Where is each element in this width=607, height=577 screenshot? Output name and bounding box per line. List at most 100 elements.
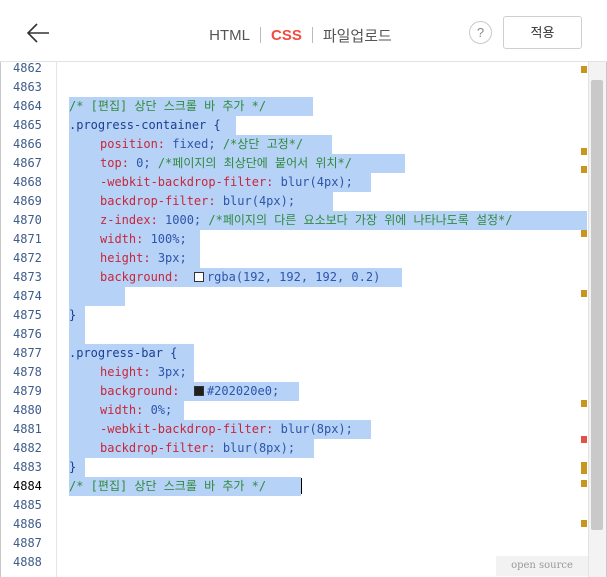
line-number: 4870 [13,213,42,227]
badge-label: open source [511,560,573,571]
line-number: 4886 [13,517,42,531]
code-property: background [100,270,173,284]
line-number: 4864 [13,99,42,113]
line-number: 4880 [13,403,42,417]
line-number: 4867 [13,156,42,170]
code-line: 4870 z-index: 1000; /*페이지의 다른 요소보다 가장 위에… [1,211,588,230]
line-number: 4871 [13,232,42,246]
code-line: 4887 [1,534,588,553]
line-number: 4888 [13,555,42,569]
line-number: 4883 [13,460,42,474]
overview-marker [581,436,587,443]
line-number: 4877 [13,346,42,360]
code-line: 4879 background: #202020e0; [1,382,588,401]
line-number: 4873 [13,270,42,284]
code-line: 4876 [1,325,588,344]
code-property: height [100,251,144,265]
code-line-current: 4884 /* [편집] 상단 스크롤 바 추가 */ [1,477,588,496]
code-value: rgba(192, 192, 192, 0.2) [206,270,381,284]
apply-button[interactable]: 적용 [503,16,582,49]
code-line: 4886 [1,515,588,534]
line-number: 4874 [13,289,42,303]
color-swatch-icon[interactable] [193,272,204,282]
code-property: backdrop-filter [100,441,209,455]
line-number: 4872 [13,251,42,265]
code-brace: } [69,460,77,474]
overview-marker [581,166,587,173]
line-number: 4868 [13,175,42,189]
color-swatch-icon[interactable] [193,386,204,396]
code-value: blur(8px); [273,422,353,436]
tab-html[interactable]: HTML [199,27,260,44]
tab-css[interactable]: CSS [261,27,312,44]
code-property: -webkit-backdrop-filter [100,422,267,436]
code-value: 0; [128,156,151,170]
css-code-editor[interactable]: 4862 4863 4864 /* [편집] 상단 스크롤 바 추가 */ 48… [1,62,588,577]
line-number: 4884 [13,479,42,493]
code-value: fixed; [165,137,216,151]
code-property: top [100,156,122,170]
line-number: 4885 [13,498,42,512]
code-value: blur(4px); [215,194,296,208]
code-line: 4881 -webkit-backdrop-filter: blur(8px); [1,420,588,439]
code-value: 100%; [143,232,187,246]
overview-marker [581,66,587,73]
code-line: 4882 backdrop-filter: blur(8px); [1,439,588,458]
line-number: 4869 [13,194,42,208]
code-value: blur(4px); [273,175,353,189]
line-number: 4876 [13,327,42,341]
editor-header: HTML CSS 파일업로드 ? 적용 [0,0,607,62]
code-property: width [100,232,137,246]
overview-marker [581,520,587,527]
line-number: 4881 [13,422,42,436]
tab-file-upload[interactable]: 파일업로드 [313,25,402,46]
overview-marker [581,480,587,487]
code-comment: /* [편집] 상단 스크롤 바 추가 */ [69,479,267,493]
overview-marker [581,462,587,474]
line-number: 4882 [13,441,42,455]
text-cursor [301,478,302,494]
overview-marker [581,400,587,407]
code-property: position [100,137,158,151]
line-number: 4863 [13,80,42,94]
code-value: 0%; [143,403,173,417]
code-line: 4874 [1,287,588,306]
code-value: 3px; [150,251,187,265]
code-line: 4867 top: 0; /*페이지의 최상단에 붙어서 위치*/ [1,154,588,173]
open-source-badge[interactable]: open source [496,556,588,576]
overview-marker [581,230,587,237]
code-line: 4875 } [1,306,588,325]
code-selector: .progress-container { [69,118,221,132]
code-value: 3px; [150,365,187,379]
code-line: 4877 .progress-bar { [1,344,588,363]
code-line: 4864 /* [편집] 상단 스크롤 바 추가 */ [1,97,588,116]
code-comment: /* [편집] 상단 스크롤 바 추가 */ [69,99,267,113]
help-button[interactable]: ? [469,21,492,44]
code-line: 4865 .progress-container { [1,116,588,135]
code-brace: } [69,308,77,322]
code-property: -webkit-backdrop-filter [100,175,267,189]
code-line: 4863 [1,78,588,97]
code-line: 4872 height: 3px; [1,249,588,268]
overview-marker [581,148,587,155]
line-number: 4862 [13,62,42,75]
code-comment: /*페이지의 다른 요소보다 가장 위에 나타나도록 설정*/ [201,213,513,227]
code-line: 4869 backdrop-filter: blur(4px); [1,192,588,211]
code-selector: .progress-bar { [69,346,178,360]
code-line: 4862 [1,62,588,78]
code-line: 4871 width: 100%; [1,230,588,249]
code-line: 4868 -webkit-backdrop-filter: blur(4px); [1,173,588,192]
code-property: height [100,365,144,379]
code-value: #202020e0; [206,384,280,398]
overview-marker [581,290,587,297]
code-line: 4878 height: 3px; [1,363,588,382]
code-value: blur(8px); [215,441,296,455]
code-value: 1000; [157,213,202,227]
code-line: 4883 } [1,458,588,477]
code-line: 4866 position: fixed; /*상단 고정*/ [1,135,588,154]
code-line: 4880 width: 0%; [1,401,588,420]
line-number: 4875 [13,308,42,322]
scrollbar-thumb[interactable] [591,80,603,530]
code-property: backdrop-filter [100,194,209,208]
code-property: background [100,384,173,398]
